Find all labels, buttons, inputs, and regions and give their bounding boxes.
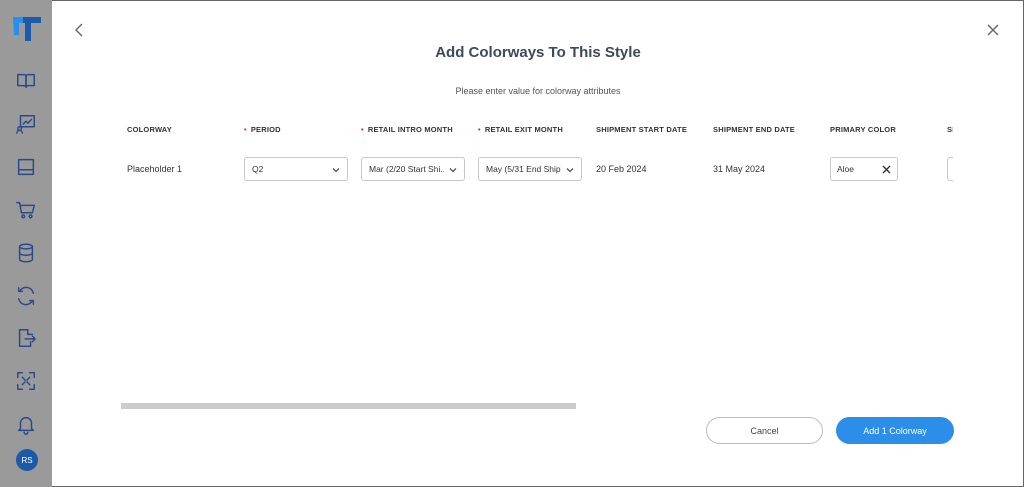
- retail-intro-month-select[interactable]: Mar (2/20 Start Shi...: [361, 157, 465, 181]
- column-header-retail-exit-month: • RETAIL EXIT MONTH: [478, 125, 563, 134]
- column-header-shipment-end-date: SHIPMENT END DATE: [713, 125, 796, 134]
- required-marker: •: [361, 125, 364, 134]
- scan-icon[interactable]: [14, 369, 38, 393]
- primary-color-value: Aloe: [837, 164, 855, 174]
- refresh-icon[interactable]: [14, 284, 38, 308]
- column-header-shipment-start-date: SHIPMENT START DATE: [596, 125, 688, 134]
- add-colorway-button[interactable]: Add 1 Colorway: [836, 417, 954, 444]
- column-header-colorway: COLORWAY: [127, 125, 172, 134]
- column-header-retail-intro-month: • RETAIL INTRO MONTH: [361, 125, 453, 134]
- colorway-table: COLORWAY • PERIOD • RETAIL INTRO MONTH • RE…: [121, 110, 953, 400]
- tt-logo-icon[interactable]: [10, 14, 42, 44]
- column-header-si: SI: [947, 125, 953, 134]
- inbox-icon[interactable]: [14, 155, 38, 179]
- column-header-period: • PERIOD: [244, 125, 281, 134]
- bell-icon[interactable]: [14, 412, 38, 436]
- modal-subtitle: Please enter value for colorway attribut…: [455, 86, 621, 96]
- book-icon[interactable]: [14, 69, 38, 93]
- si-input[interactable]: [947, 157, 953, 181]
- primary-color-input[interactable]: Aloe: [830, 157, 898, 181]
- chevron-down-icon: [332, 166, 340, 174]
- period-select[interactable]: Q2: [244, 157, 348, 181]
- required-marker: •: [478, 125, 481, 134]
- cart-icon[interactable]: [14, 198, 38, 222]
- back-chevron-icon[interactable]: [72, 22, 88, 38]
- horizontal-scrollbar[interactable]: [121, 403, 576, 409]
- presentation-icon[interactable]: [14, 112, 38, 136]
- modal-title: Add Colorways To This Style: [435, 44, 641, 61]
- cancel-button[interactable]: Cancel: [706, 417, 823, 444]
- chevron-down-icon: [449, 166, 457, 174]
- colorway-name: Placeholder 1: [127, 164, 183, 174]
- sidebar: RS: [0, 0, 52, 487]
- chevron-down-icon: [566, 166, 574, 174]
- clear-icon[interactable]: [882, 165, 891, 174]
- close-icon[interactable]: [985, 22, 1001, 38]
- export-icon[interactable]: [14, 326, 38, 350]
- column-header-primary-color: PRIMARY COLOR: [830, 125, 896, 134]
- retail-exit-month-select[interactable]: May (5/31 End Ship): [478, 157, 582, 181]
- shipment-end-date: 31 May 2024: [713, 164, 766, 174]
- required-marker: •: [244, 125, 247, 134]
- avatar[interactable]: RS: [16, 449, 38, 471]
- database-icon[interactable]: [14, 241, 38, 265]
- shipment-start-date: 20 Feb 2024: [596, 164, 647, 174]
